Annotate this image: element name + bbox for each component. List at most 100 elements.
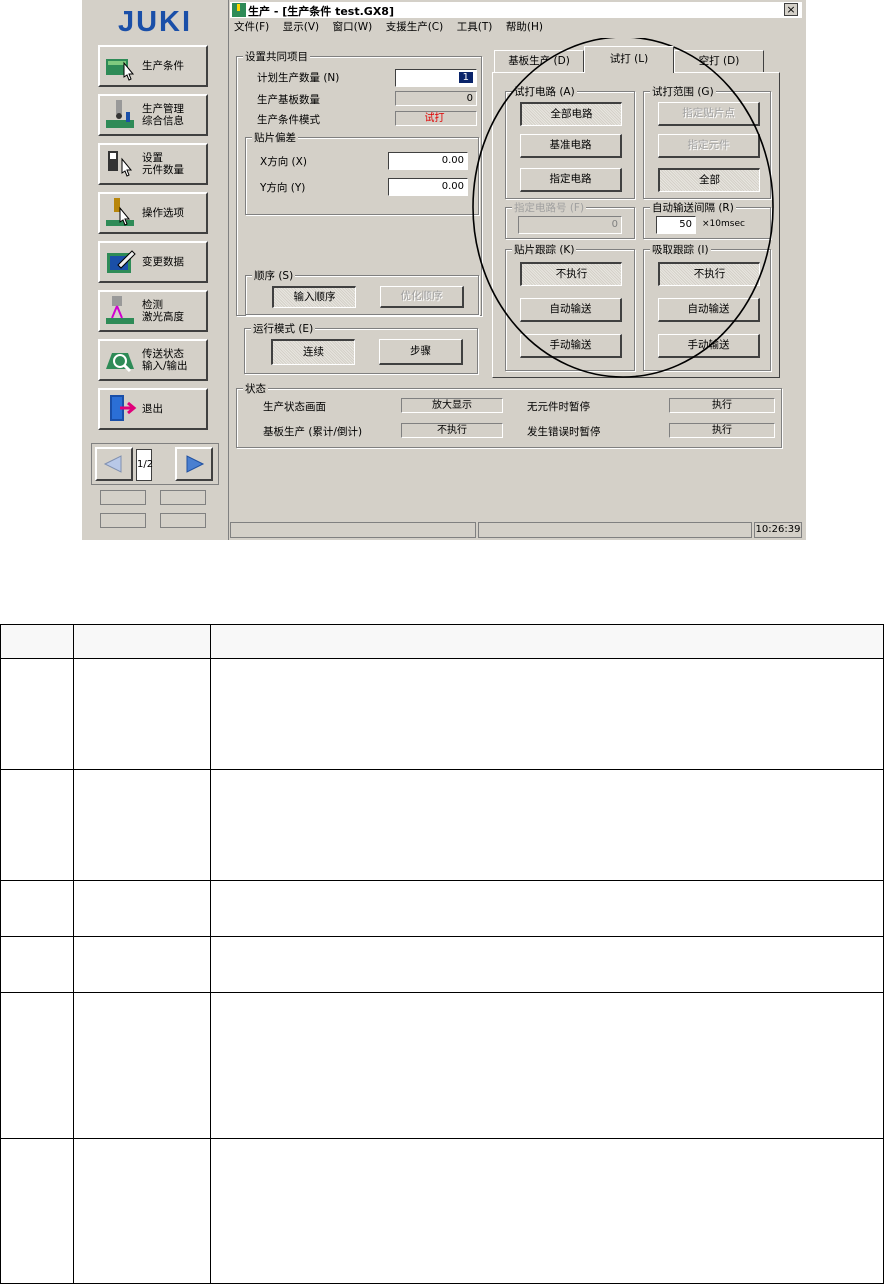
laser-height-icon xyxy=(106,296,134,324)
operation-option-button[interactable]: 操作选项 xyxy=(98,192,208,234)
menu-window[interactable]: 窗口(W) xyxy=(333,19,373,34)
component-count-button[interactable]: 设置 元件数量 xyxy=(98,143,208,185)
table-row xyxy=(0,1138,884,1284)
table-cell xyxy=(0,1138,74,1284)
title-bar: 生产 - [生产条件 test.GX8] × xyxy=(230,2,802,18)
statusbar-pane xyxy=(230,522,476,538)
table-cell xyxy=(73,769,211,881)
prev-page-button[interactable] xyxy=(95,447,133,481)
table-cell xyxy=(210,769,884,881)
run-mode-title: 运行模式 (E) xyxy=(251,321,316,336)
menu-bar: 文件(F) 显示(V) 窗口(W) 支援生产(C) 工具(T) 帮助(H) xyxy=(230,19,806,37)
menu-file[interactable]: 文件(F) xyxy=(234,19,269,34)
menu-view[interactable]: 显示(V) xyxy=(283,19,319,34)
table-cell xyxy=(210,936,884,993)
table-cell xyxy=(210,992,884,1139)
component-count-label: 设置 元件数量 xyxy=(142,152,184,176)
component-count-icon xyxy=(108,151,133,177)
blank-cell xyxy=(160,490,206,505)
conveyor-io-label: 传送状态 输入/输出 xyxy=(142,348,188,372)
blank-cell xyxy=(100,490,146,505)
window-title: 生产 - [生产条件 test.GX8] xyxy=(248,5,394,18)
status-group: 状态 生产状态画面 放大显示 无元件时暂停 执行 基板生产 (累计/倒计) 不执… xyxy=(236,381,782,448)
close-button[interactable]: × xyxy=(784,3,798,16)
statusbar-pane xyxy=(478,522,752,538)
status-screen-value: 放大显示 xyxy=(401,398,503,413)
table-cell xyxy=(210,658,884,770)
order-title: 顺序 (S) xyxy=(252,268,296,283)
production-condition-button[interactable]: 生产条件 xyxy=(98,45,208,87)
app-icon xyxy=(232,3,246,17)
table-row xyxy=(0,880,884,937)
menu-help[interactable]: 帮助(H) xyxy=(506,19,543,34)
table-row xyxy=(0,769,884,881)
change-data-label: 变更数据 xyxy=(142,256,184,268)
description-table xyxy=(0,624,884,1284)
table-row xyxy=(0,658,884,770)
status-board-value: 不执行 xyxy=(401,423,503,438)
table-cell xyxy=(210,1138,884,1284)
production-management-button[interactable]: 生产管理 综合信息 xyxy=(98,94,208,136)
production-management-label: 生产管理 综合信息 xyxy=(142,103,184,127)
page-nav: 1/2 xyxy=(91,443,219,485)
status-error-value: 执行 xyxy=(669,423,775,438)
table-row xyxy=(0,992,884,1139)
page-indicator: 1/2 xyxy=(136,449,153,481)
change-data-button[interactable]: 变更数据 xyxy=(98,241,208,283)
close-icon: × xyxy=(786,3,796,16)
table-cell xyxy=(210,624,884,659)
y-offset-label: Y方向 (Y) xyxy=(260,182,306,194)
menu-tools[interactable]: 工具(T) xyxy=(457,19,493,34)
tab-trial[interactable]: 试打 (L) xyxy=(584,46,674,73)
exit-button[interactable]: 退出 xyxy=(98,388,208,430)
menu-support[interactable]: 支援生产(C) xyxy=(386,19,444,34)
x-offset-label: X方向 (X) xyxy=(260,156,307,168)
table-cell xyxy=(0,658,74,770)
table-cell xyxy=(73,992,211,1139)
next-page-button[interactable] xyxy=(175,447,213,481)
board-count-label: 生产基板数量 xyxy=(257,94,320,106)
order-input-button[interactable]: 输入顺序 xyxy=(272,286,356,308)
run-step-button[interactable]: 步骤 xyxy=(379,339,463,365)
run-continuous-button[interactable]: 连续 xyxy=(271,339,355,365)
table-cell xyxy=(73,936,211,993)
annotation-circle xyxy=(472,38,774,378)
run-mode-group: 运行模式 (E) 连续 步骤 xyxy=(244,321,478,374)
arrow-right-icon xyxy=(186,455,205,473)
logo-text: JUKI xyxy=(118,7,192,35)
conveyor-io-button[interactable]: 传送状态 输入/输出 xyxy=(98,339,208,381)
arrow-left-icon xyxy=(103,455,122,473)
client-area: 设置共同项目 计划生产数量 (N) 1 生产基板数量 0 生产条件模式 试打 贴… xyxy=(230,38,802,518)
change-data-icon xyxy=(107,250,136,273)
offset-group: 贴片偏差 X方向 (X) 0.00 Y方向 (Y) 0.00 xyxy=(245,130,479,215)
table-cell xyxy=(210,880,884,937)
table-cell xyxy=(73,880,211,937)
table-row xyxy=(0,936,884,993)
table-cell xyxy=(73,658,211,770)
laser-height-button[interactable]: 检测 激光高度 xyxy=(98,290,208,332)
production-condition-icon xyxy=(106,59,135,81)
exit-icon xyxy=(110,395,137,421)
table-cell xyxy=(0,992,74,1139)
conveyor-io-icon xyxy=(106,353,134,373)
laser-height-label: 检测 激光高度 xyxy=(142,299,184,323)
juki-logo: JUKI xyxy=(92,7,218,35)
common-settings-title: 设置共同项目 xyxy=(243,49,310,64)
table-cell xyxy=(0,880,74,937)
table-cell xyxy=(0,769,74,881)
status-title: 状态 xyxy=(243,381,268,396)
status-bar: 10:26:39 xyxy=(230,520,806,540)
statusbar-time: 10:26:39 xyxy=(754,522,802,538)
blank-cell xyxy=(100,513,146,528)
common-settings-group: 设置共同项目 计划生产数量 (N) 1 生产基板数量 0 生产条件模式 试打 贴… xyxy=(236,49,482,316)
table-cell xyxy=(0,936,74,993)
exit-label: 退出 xyxy=(142,403,163,415)
offset-title: 贴片偏差 xyxy=(252,130,298,145)
status-no-comp-value: 执行 xyxy=(669,398,775,413)
production-management-text: 生产管理 综合信息 xyxy=(142,103,184,127)
mode-label: 生产条件模式 xyxy=(257,114,320,126)
production-window-screenshot: JUKI 生产条件 生产管理 综合信息 设置 元件数量 操作选项 变更数据 检测… xyxy=(82,0,806,540)
table-cell xyxy=(73,624,211,659)
status-no-comp-label: 无元件时暂停 xyxy=(527,401,590,413)
sidebar: JUKI 生产条件 生产管理 综合信息 设置 元件数量 操作选项 变更数据 检测… xyxy=(82,0,229,540)
